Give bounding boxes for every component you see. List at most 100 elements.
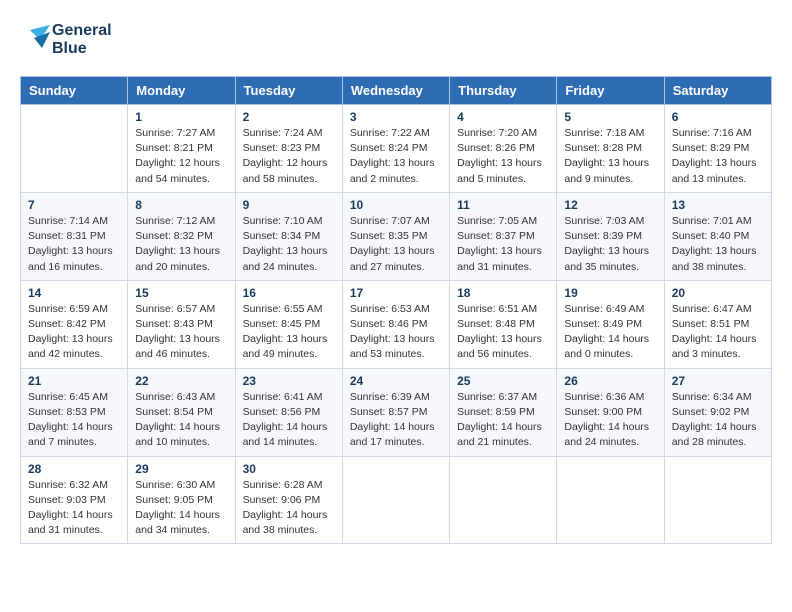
calendar-cell: 19 Sunrise: 6:49 AMSunset: 8:49 PMDayligh… bbox=[557, 280, 664, 368]
calendar-header-sunday: Sunday bbox=[21, 77, 128, 105]
calendar-cell bbox=[664, 456, 771, 544]
day-info: Sunrise: 6:39 AMSunset: 8:57 PMDaylight:… bbox=[350, 390, 442, 451]
day-info: Sunrise: 6:37 AMSunset: 8:59 PMDaylight:… bbox=[457, 390, 549, 451]
day-number: 19 bbox=[564, 286, 656, 300]
calendar-week-4: 21Sunrise: 6:45 AMSunset: 8:53 PMDayligh… bbox=[21, 368, 772, 456]
calendar-cell: 30 Sunrise: 6:28 AMSunset: 9:06 PMDayligh… bbox=[235, 456, 342, 544]
logo-bird-icon bbox=[20, 20, 50, 60]
day-number: 30 bbox=[243, 462, 335, 476]
logo-blue: Blue bbox=[52, 40, 112, 58]
day-info: Sunrise: 7:07 AMSunset: 8:35 PMDaylight:… bbox=[350, 214, 442, 275]
day-info: Sunrise: 7:22 AMSunset: 8:24 PMDaylight:… bbox=[350, 126, 442, 187]
day-info: Sunrise: 6:51 AMSunset: 8:48 PMDaylight:… bbox=[457, 302, 549, 363]
day-number: 23 bbox=[243, 374, 335, 388]
logo: General Blue bbox=[20, 20, 112, 60]
calendar-cell bbox=[342, 456, 449, 544]
day-number: 18 bbox=[457, 286, 549, 300]
page-header: General Blue bbox=[20, 20, 772, 60]
day-info: Sunrise: 7:14 AMSunset: 8:31 PMDaylight:… bbox=[28, 214, 120, 275]
day-number: 1 bbox=[135, 110, 227, 124]
calendar-cell bbox=[21, 105, 128, 193]
calendar-cell: 1 Sunrise: 7:27 AMSunset: 8:21 PMDaylight… bbox=[128, 105, 235, 193]
day-info: Sunrise: 6:32 AMSunset: 9:03 PMDaylight:… bbox=[28, 478, 120, 539]
day-info: Sunrise: 7:05 AMSunset: 8:37 PMDaylight:… bbox=[457, 214, 549, 275]
day-number: 5 bbox=[564, 110, 656, 124]
day-number: 4 bbox=[457, 110, 549, 124]
logo-text-block: General Blue bbox=[52, 22, 112, 57]
calendar-cell: 23 Sunrise: 6:41 AMSunset: 8:56 PMDayligh… bbox=[235, 368, 342, 456]
day-number: 26 bbox=[564, 374, 656, 388]
day-info: Sunrise: 6:43 AMSunset: 8:54 PMDaylight:… bbox=[135, 390, 227, 451]
calendar-cell: 20Sunrise: 6:47 AMSunset: 8:51 PMDayligh… bbox=[664, 280, 771, 368]
day-info: Sunrise: 6:47 AMSunset: 8:51 PMDaylight:… bbox=[672, 302, 764, 363]
day-info: Sunrise: 7:10 AMSunset: 8:34 PMDaylight:… bbox=[243, 214, 335, 275]
day-number: 28 bbox=[28, 462, 120, 476]
day-number: 25 bbox=[457, 374, 549, 388]
calendar-table: SundayMondayTuesdayWednesdayThursdayFrid… bbox=[20, 76, 772, 544]
day-info: Sunrise: 6:55 AMSunset: 8:45 PMDaylight:… bbox=[243, 302, 335, 363]
calendar-cell: 21Sunrise: 6:45 AMSunset: 8:53 PMDayligh… bbox=[21, 368, 128, 456]
day-number: 13 bbox=[672, 198, 764, 212]
calendar-cell: 3 Sunrise: 7:22 AMSunset: 8:24 PMDaylight… bbox=[342, 105, 449, 193]
calendar-cell: 17 Sunrise: 6:53 AMSunset: 8:46 PMDayligh… bbox=[342, 280, 449, 368]
day-info: Sunrise: 7:24 AMSunset: 8:23 PMDaylight:… bbox=[243, 126, 335, 187]
calendar-cell bbox=[557, 456, 664, 544]
day-number: 12 bbox=[564, 198, 656, 212]
calendar-week-3: 14 Sunrise: 6:59 AMSunset: 8:42 PMDayligh… bbox=[21, 280, 772, 368]
day-info: Sunrise: 6:36 AMSunset: 9:00 PMDaylight:… bbox=[564, 390, 656, 451]
calendar-cell: 11 Sunrise: 7:05 AMSunset: 8:37 PMDayligh… bbox=[450, 192, 557, 280]
calendar-cell: 7 Sunrise: 7:14 AMSunset: 8:31 PMDaylight… bbox=[21, 192, 128, 280]
day-info: Sunrise: 6:28 AMSunset: 9:06 PMDaylight:… bbox=[243, 478, 335, 539]
day-info: Sunrise: 6:41 AMSunset: 8:56 PMDaylight:… bbox=[243, 390, 335, 451]
calendar-header-thursday: Thursday bbox=[450, 77, 557, 105]
calendar-cell: 22Sunrise: 6:43 AMSunset: 8:54 PMDayligh… bbox=[128, 368, 235, 456]
day-number: 11 bbox=[457, 198, 549, 212]
day-number: 17 bbox=[350, 286, 442, 300]
calendar-cell: 2 Sunrise: 7:24 AMSunset: 8:23 PMDaylight… bbox=[235, 105, 342, 193]
day-info: Sunrise: 6:34 AMSunset: 9:02 PMDaylight:… bbox=[672, 390, 764, 451]
day-info: Sunrise: 6:53 AMSunset: 8:46 PMDaylight:… bbox=[350, 302, 442, 363]
day-number: 10 bbox=[350, 198, 442, 212]
calendar-cell: 25 Sunrise: 6:37 AMSunset: 8:59 PMDayligh… bbox=[450, 368, 557, 456]
calendar-header-row: SundayMondayTuesdayWednesdayThursdayFrid… bbox=[21, 77, 772, 105]
day-number: 21 bbox=[28, 374, 120, 388]
calendar-header-saturday: Saturday bbox=[664, 77, 771, 105]
day-info: Sunrise: 6:59 AMSunset: 8:42 PMDaylight:… bbox=[28, 302, 120, 363]
day-number: 3 bbox=[350, 110, 442, 124]
calendar-cell: 13Sunrise: 7:01 AMSunset: 8:40 PMDayligh… bbox=[664, 192, 771, 280]
day-info: Sunrise: 7:27 AMSunset: 8:21 PMDaylight:… bbox=[135, 126, 227, 187]
calendar-header-wednesday: Wednesday bbox=[342, 77, 449, 105]
day-info: Sunrise: 6:57 AMSunset: 8:43 PMDaylight:… bbox=[135, 302, 227, 363]
calendar-week-5: 28 Sunrise: 6:32 AMSunset: 9:03 PMDayligh… bbox=[21, 456, 772, 544]
calendar-cell: 12 Sunrise: 7:03 AMSunset: 8:39 PMDayligh… bbox=[557, 192, 664, 280]
calendar-header-tuesday: Tuesday bbox=[235, 77, 342, 105]
day-number: 8 bbox=[135, 198, 227, 212]
day-number: 16 bbox=[243, 286, 335, 300]
calendar-cell: 26 Sunrise: 6:36 AMSunset: 9:00 PMDayligh… bbox=[557, 368, 664, 456]
day-info: Sunrise: 7:03 AMSunset: 8:39 PMDaylight:… bbox=[564, 214, 656, 275]
calendar-cell: 28 Sunrise: 6:32 AMSunset: 9:03 PMDayligh… bbox=[21, 456, 128, 544]
day-number: 14 bbox=[28, 286, 120, 300]
calendar-cell: 9 Sunrise: 7:10 AMSunset: 8:34 PMDaylight… bbox=[235, 192, 342, 280]
day-number: 27 bbox=[672, 374, 764, 388]
calendar-week-2: 7 Sunrise: 7:14 AMSunset: 8:31 PMDaylight… bbox=[21, 192, 772, 280]
day-number: 9 bbox=[243, 198, 335, 212]
calendar-cell: 14 Sunrise: 6:59 AMSunset: 8:42 PMDayligh… bbox=[21, 280, 128, 368]
calendar-cell: 16 Sunrise: 6:55 AMSunset: 8:45 PMDayligh… bbox=[235, 280, 342, 368]
calendar-cell: 4 Sunrise: 7:20 AMSunset: 8:26 PMDaylight… bbox=[450, 105, 557, 193]
day-info: Sunrise: 7:20 AMSunset: 8:26 PMDaylight:… bbox=[457, 126, 549, 187]
calendar-cell: 8Sunrise: 7:12 AMSunset: 8:32 PMDaylight… bbox=[128, 192, 235, 280]
calendar-cell: 15Sunrise: 6:57 AMSunset: 8:43 PMDayligh… bbox=[128, 280, 235, 368]
day-number: 2 bbox=[243, 110, 335, 124]
day-info: Sunrise: 6:49 AMSunset: 8:49 PMDaylight:… bbox=[564, 302, 656, 363]
calendar-cell: 6Sunrise: 7:16 AMSunset: 8:29 PMDaylight… bbox=[664, 105, 771, 193]
calendar-week-1: 1 Sunrise: 7:27 AMSunset: 8:21 PMDaylight… bbox=[21, 105, 772, 193]
day-info: Sunrise: 6:30 AMSunset: 9:05 PMDaylight:… bbox=[135, 478, 227, 539]
calendar-cell: 5Sunrise: 7:18 AMSunset: 8:28 PMDaylight… bbox=[557, 105, 664, 193]
calendar-cell: 18 Sunrise: 6:51 AMSunset: 8:48 PMDayligh… bbox=[450, 280, 557, 368]
calendar-cell bbox=[450, 456, 557, 544]
day-number: 7 bbox=[28, 198, 120, 212]
day-number: 6 bbox=[672, 110, 764, 124]
calendar-header-monday: Monday bbox=[128, 77, 235, 105]
logo-general: General bbox=[52, 22, 112, 40]
